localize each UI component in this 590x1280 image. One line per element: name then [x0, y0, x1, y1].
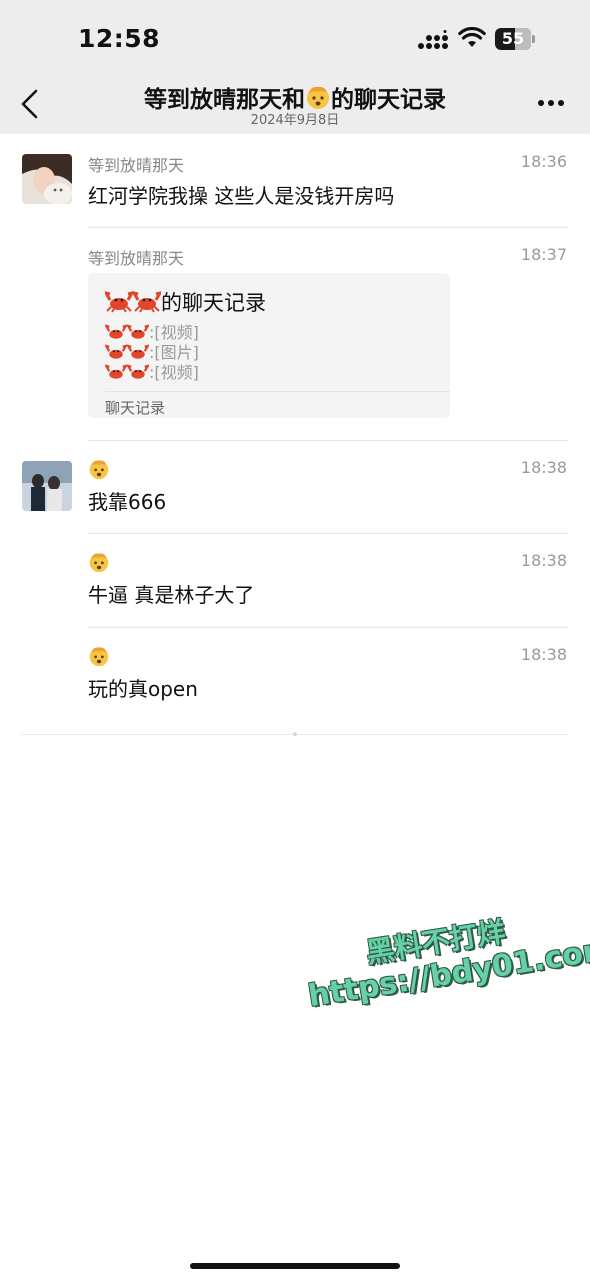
chat-date: 2024年9月8日	[250, 113, 340, 128]
message-text: 玩的真open	[88, 677, 198, 701]
message-time: 18:36	[520, 152, 567, 171]
exploding-head-emoji-icon	[89, 553, 109, 573]
divider	[88, 440, 568, 441]
card-divider	[105, 391, 450, 392]
sender-name: 等到放晴那天	[88, 156, 185, 175]
divider	[88, 533, 568, 534]
chat-record-card[interactable]: 的聊天记录 :[视频] :[图片] :[视频] 聊天记录	[88, 273, 450, 418]
home-indicator[interactable]	[190, 1263, 400, 1269]
message-time: 18:38	[520, 458, 567, 477]
crab-emoji-icon	[105, 364, 127, 379]
signal-icon	[418, 30, 448, 49]
card-title: 的聊天记录	[105, 287, 266, 317]
avatar[interactable]	[22, 154, 72, 204]
crab-emoji-icon	[105, 291, 133, 313]
end-dot	[293, 732, 297, 736]
wifi-icon	[458, 27, 486, 47]
message-text: 红河学院我操 这些人是没钱开房吗	[88, 184, 395, 208]
message-time: 18:38	[520, 551, 567, 570]
divider	[88, 627, 568, 628]
exploding-head-emoji-icon	[89, 460, 109, 480]
avatar[interactable]	[22, 461, 72, 511]
status-time: 12:58	[78, 24, 161, 53]
crab-emoji-icon	[133, 291, 161, 313]
crab-emoji-icon	[127, 364, 149, 379]
message-time: 18:38	[520, 645, 567, 664]
battery-icon: 55	[495, 28, 537, 50]
card-footer: 聊天记录	[105, 399, 166, 417]
sender-name: 等到放晴那天	[88, 249, 185, 268]
card-line: :[视频]	[105, 359, 199, 383]
message-text: 我靠666	[88, 490, 167, 514]
header-bar: 12:58 55 等到放晴那天和 的聊天记录 2024年9月8日	[0, 0, 590, 134]
message-time: 18:37	[520, 245, 567, 264]
message-text: 牛逼 真是林子大了	[88, 583, 255, 607]
battery-level: 55	[501, 29, 525, 48]
more-dots-icon[interactable]	[537, 98, 565, 108]
exploding-head-emoji-icon	[89, 647, 109, 667]
divider	[88, 227, 568, 228]
exploding-head-emoji-icon	[307, 86, 329, 109]
